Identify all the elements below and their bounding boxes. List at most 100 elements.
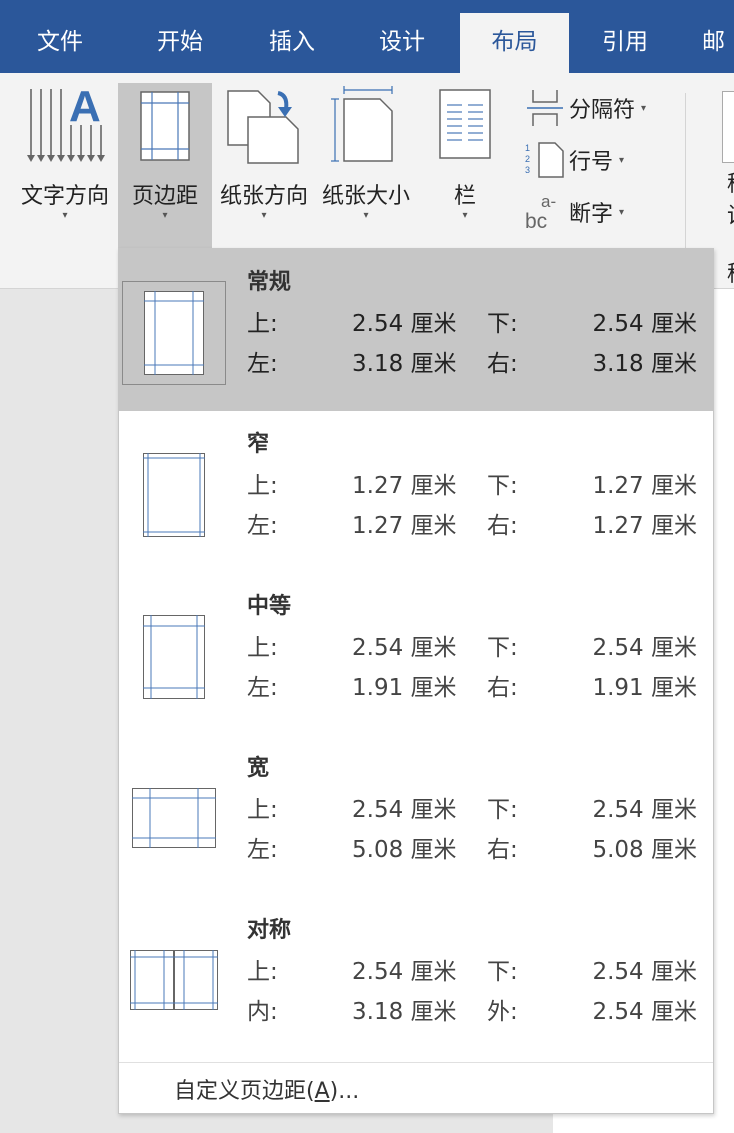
preset-row-left-right: 左: 1.91 厘米 右: 1.91 厘米 bbox=[247, 668, 697, 701]
hyphenation-label: 断字 bbox=[569, 202, 614, 227]
chevron-down-icon: ▾ bbox=[619, 206, 625, 218]
tab-file[interactable]: 文件 bbox=[0, 13, 120, 73]
top-value: 2.54 厘米 bbox=[352, 797, 457, 823]
hyphenation-icon: a- bc bbox=[525, 192, 556, 233]
tab-design[interactable]: 设计 bbox=[344, 13, 460, 73]
preset-row-left-right: 左: 5.08 厘米 右: 5.08 厘米 bbox=[247, 830, 697, 863]
breaks-button[interactable]: 分隔符 ▾ bbox=[525, 88, 646, 128]
tab-insert[interactable]: 插入 bbox=[240, 13, 344, 73]
tab-home[interactable]: 开始 bbox=[120, 13, 240, 73]
svg-text:a-: a- bbox=[541, 192, 556, 211]
text-direction-label: 文字方向 bbox=[20, 184, 109, 209]
right-key: 右: bbox=[487, 837, 518, 863]
top-key: 上: bbox=[247, 797, 278, 823]
svg-text:bc: bc bbox=[525, 210, 547, 232]
narrow-margins-thumbnail bbox=[143, 453, 205, 541]
top-key: 上: bbox=[247, 959, 278, 985]
preset-name: 宽 bbox=[247, 756, 270, 781]
chevron-down-icon: ▾ bbox=[162, 210, 168, 221]
bottom-value: 2.54 厘米 bbox=[592, 635, 697, 661]
draft-icon bbox=[722, 91, 734, 163]
right-key: 右: bbox=[487, 513, 518, 539]
left-value: 1.27 厘米 bbox=[352, 513, 457, 539]
preset-row-top-bottom: 上: 2.54 厘米 下: 2.54 厘米 bbox=[247, 304, 697, 337]
preset-row-left-right: 左: 3.18 厘米 右: 3.18 厘米 bbox=[247, 344, 697, 377]
bottom-key: 下: bbox=[487, 959, 518, 985]
top-value: 1.27 厘米 bbox=[352, 473, 457, 499]
custom-margins-ellipsis: )... bbox=[329, 1079, 360, 1104]
tab-mailings[interactable]: 邮 bbox=[702, 13, 734, 73]
columns-icon bbox=[439, 89, 491, 159]
right-key: 右: bbox=[487, 351, 518, 377]
top-value: 2.54 厘米 bbox=[352, 959, 457, 985]
right-value: 5.08 厘米 bbox=[592, 837, 697, 863]
right-value: 1.91 厘米 bbox=[592, 675, 697, 701]
margins-icon bbox=[140, 91, 190, 161]
tab-layout[interactable]: 布局 bbox=[460, 13, 569, 73]
bottom-key: 下: bbox=[487, 797, 518, 823]
svg-text:3: 3 bbox=[525, 165, 530, 175]
hyphenation-button[interactable]: a- bc 断字 ▾ bbox=[525, 192, 625, 233]
top-value: 2.54 厘米 bbox=[352, 635, 457, 661]
ribbon-tab-bar: 文件 开始 插入 设计 布局 引用 邮 bbox=[0, 0, 734, 73]
bottom-value: 1.27 厘米 bbox=[592, 473, 697, 499]
top-key: 上: bbox=[247, 635, 278, 661]
margin-preset-mirrored[interactable]: 对称 上: 2.54 厘米 下: 2.54 厘米 内: 3.18 厘米 外: 2… bbox=[119, 897, 713, 1059]
bottom-value: 2.54 厘米 bbox=[592, 797, 697, 823]
top-key: 上: bbox=[247, 473, 278, 499]
margin-preset-wide[interactable]: 宽 上: 2.54 厘米 下: 2.54 厘米 左: 5.08 厘米 右: 5.… bbox=[119, 735, 713, 897]
chevron-down-icon: ▾ bbox=[641, 102, 647, 114]
left-value: 3.18 厘米 bbox=[352, 351, 457, 377]
custom-margins-label: 自定义页边距( bbox=[174, 1079, 315, 1104]
line-numbers-icon: 1 2 3 bbox=[525, 142, 564, 178]
margin-preset-narrow[interactable]: 窄 上: 1.27 厘米 下: 1.27 厘米 左: 1.27 厘米 右: 1.… bbox=[119, 411, 713, 573]
group-label: 稿 bbox=[727, 256, 734, 288]
left-value: 1.91 厘米 bbox=[352, 675, 457, 701]
left-value: 5.08 厘米 bbox=[352, 837, 457, 863]
svg-text:2: 2 bbox=[525, 154, 530, 164]
bottom-key: 下: bbox=[487, 635, 518, 661]
line-numbers-label: 行号 bbox=[569, 150, 614, 175]
bottom-value: 2.54 厘米 bbox=[592, 959, 697, 985]
preset-row-top-bottom: 上: 2.54 厘米 下: 2.54 厘米 bbox=[247, 952, 697, 985]
mirrored-margins-thumbnail bbox=[130, 950, 218, 1014]
menu-divider bbox=[119, 1062, 713, 1063]
custom-margins-access-key: A bbox=[314, 1079, 330, 1104]
preset-row-top-bottom: 上: 1.27 厘米 下: 1.27 厘米 bbox=[247, 466, 697, 499]
custom-margins-menu-item[interactable]: 自定义页边距(A)... bbox=[174, 1073, 359, 1105]
right-value: 3.18 厘米 bbox=[592, 351, 697, 377]
right-key: 右: bbox=[487, 675, 518, 701]
left-key: 左: bbox=[247, 837, 278, 863]
preset-row-left-right: 左: 1.27 厘米 右: 1.27 厘米 bbox=[247, 506, 697, 539]
top-value: 2.54 厘米 bbox=[352, 311, 457, 337]
preset-row-inside-outside: 内: 3.18 厘米 外: 2.54 厘米 bbox=[247, 992, 697, 1025]
chevron-down-icon: ▾ bbox=[62, 210, 68, 221]
svg-text:A: A bbox=[69, 85, 101, 131]
group-divider bbox=[685, 93, 686, 253]
tab-references[interactable]: 引用 bbox=[569, 13, 681, 73]
normal-margins-thumbnail bbox=[122, 281, 226, 385]
margin-preset-moderate[interactable]: 中等 上: 2.54 厘米 下: 2.54 厘米 左: 1.91 厘米 右: 1… bbox=[119, 573, 713, 735]
bottom-key: 下: bbox=[487, 473, 518, 499]
right-value: 1.27 厘米 bbox=[592, 513, 697, 539]
svg-text:1: 1 bbox=[525, 143, 530, 153]
breaks-label: 分隔符 bbox=[569, 98, 636, 123]
preset-name: 中等 bbox=[247, 594, 292, 619]
text-direction-button[interactable]: A 文字方向 ▾ bbox=[15, 83, 115, 321]
wide-margins-thumbnail bbox=[132, 788, 216, 852]
left-key: 左: bbox=[247, 513, 278, 539]
line-numbers-button[interactable]: 1 2 3 行号 ▾ bbox=[525, 140, 624, 180]
preset-row-top-bottom: 上: 2.54 厘米 下: 2.54 厘米 bbox=[247, 628, 697, 661]
bottom-key: 下: bbox=[487, 311, 518, 337]
orientation-label: 纸张方向 bbox=[219, 184, 308, 209]
draft-label-line2: 设 bbox=[727, 198, 734, 230]
moderate-margins-thumbnail bbox=[143, 615, 205, 703]
bottom-value: 2.54 厘米 bbox=[592, 311, 697, 337]
chevron-down-icon: ▾ bbox=[462, 210, 468, 221]
chevron-down-icon: ▾ bbox=[363, 210, 369, 221]
preset-name: 常规 bbox=[247, 270, 292, 295]
margins-label: 页边距 bbox=[131, 184, 198, 209]
margin-preset-normal[interactable]: 常规 上: 2.54 厘米 下: 2.54 厘米 左: 3.18 厘米 右: 3… bbox=[119, 249, 713, 411]
outside-key: 外: bbox=[487, 999, 518, 1025]
chevron-down-icon: ▾ bbox=[619, 154, 625, 166]
